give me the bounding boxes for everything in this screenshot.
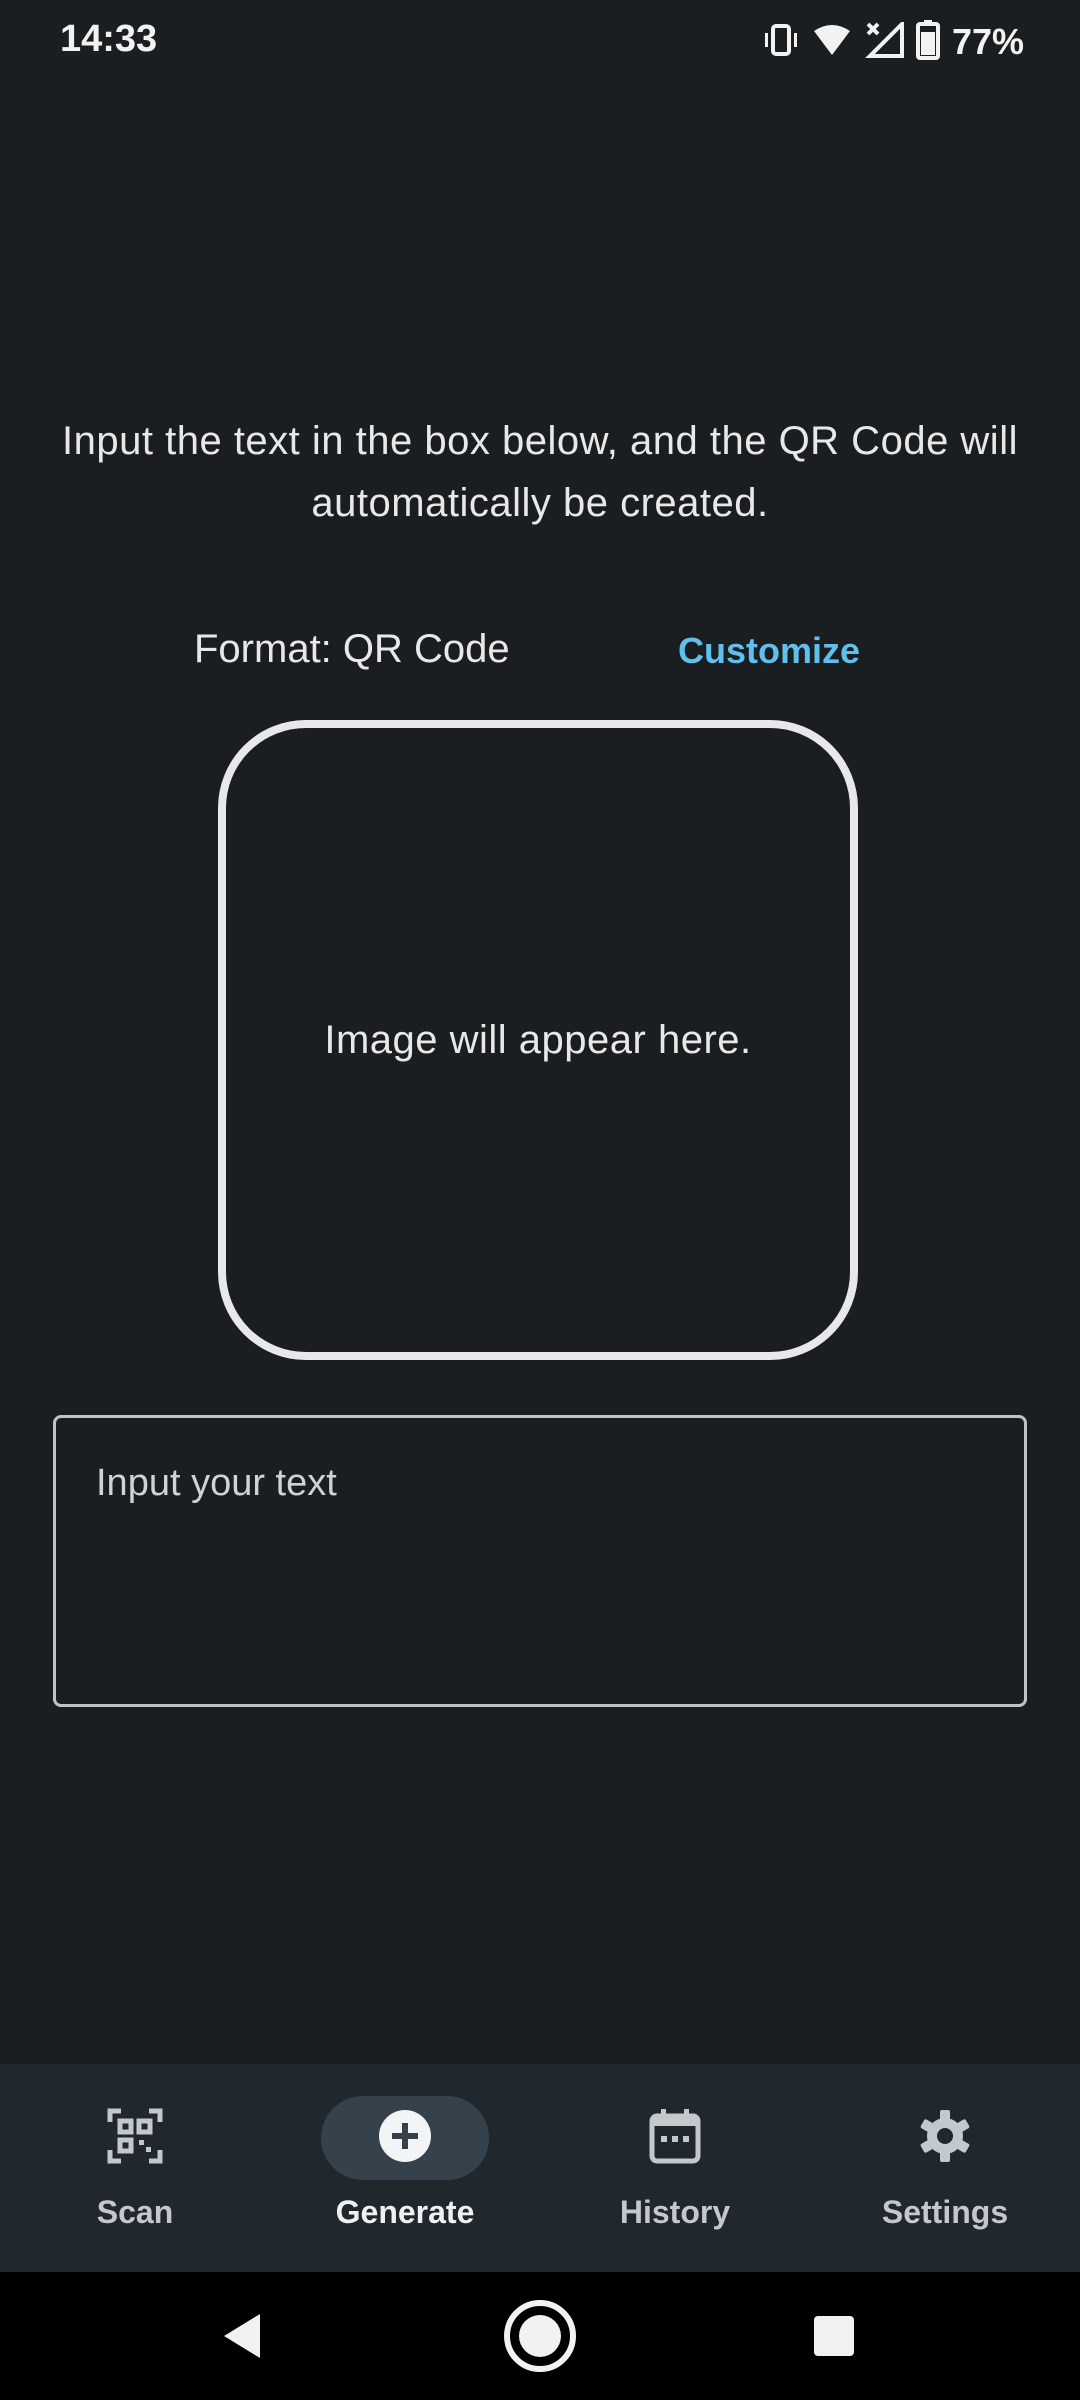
bottom-navigation: Scan Generate History Settings <box>0 2064 1080 2272</box>
text-input[interactable] <box>56 1418 1024 1704</box>
nav-item-scan[interactable]: Scan <box>0 2064 270 2272</box>
customize-button[interactable]: Customize <box>678 630 860 672</box>
add-circle-icon <box>378 2109 432 2168</box>
status-time: 14:33 <box>60 18 158 60</box>
status-icons: 77% <box>762 18 1024 65</box>
vibrate-icon <box>762 23 800 62</box>
system-navigation-bar <box>0 2272 1080 2400</box>
battery-icon <box>915 19 940 65</box>
nav-label-history: History <box>619 2194 731 2230</box>
text-input-container <box>53 1415 1027 1707</box>
home-icon[interactable] <box>502 2298 578 2379</box>
qr-image-preview: Image will appear here. <box>218 720 858 1360</box>
calendar-icon <box>649 2108 701 2169</box>
nav-label-generate: Generate <box>335 2194 475 2230</box>
qr-scan-icon <box>107 2108 163 2169</box>
nav-item-generate[interactable]: Generate <box>270 2064 540 2272</box>
nav-item-settings[interactable]: Settings <box>810 2064 1080 2272</box>
image-placeholder-text: Image will appear here. <box>324 1017 752 1062</box>
nav-label-scan: Scan <box>96 2194 174 2230</box>
gear-icon <box>917 2108 973 2169</box>
format-label: Format: QR Code <box>194 627 510 671</box>
nav-label-settings: Settings <box>881 2194 1009 2230</box>
cell-signal-icon <box>864 18 904 63</box>
nav-item-history[interactable]: History <box>540 2064 810 2272</box>
status-bar: 14:33 77% <box>0 0 1080 84</box>
back-icon[interactable] <box>220 2312 264 2365</box>
instructions-text: Input the text in the box below, and the… <box>62 419 1018 525</box>
recents-icon[interactable] <box>814 2316 854 2361</box>
battery-percent: 77% <box>951 21 1024 62</box>
wifi-icon <box>812 23 852 62</box>
